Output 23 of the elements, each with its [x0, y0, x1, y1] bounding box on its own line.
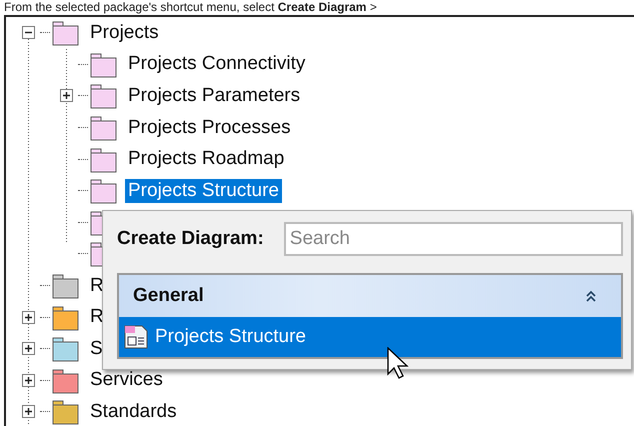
tree-item[interactable]: Services [87, 368, 166, 392]
tree-item[interactable]: Projects Parameters [125, 84, 304, 108]
diagram-icon [123, 324, 149, 350]
diagram-menu-item[interactable]: Projects Structure [119, 317, 621, 357]
tree-item[interactable]: Projects [87, 20, 162, 45]
search-field[interactable]: Search [284, 222, 623, 256]
expand-icon[interactable] [22, 310, 34, 324]
tree-item[interactable]: S [87, 336, 106, 361]
expand-icon[interactable] [22, 374, 34, 387]
expand-icon[interactable] [22, 342, 34, 356]
category-header[interactable]: General [119, 275, 621, 317]
tree-item[interactable]: Standards [87, 400, 180, 424]
tree-item[interactable]: Projects Connectivity [125, 52, 308, 76]
tree-item[interactable]: Projects Roadmap [125, 147, 288, 172]
collapse-icon[interactable] [22, 26, 34, 40]
instruction-text: From the selected package's shortcut menu, select Create Diagram > [3, 0, 378, 15]
popup-title: Create Diagram: [117, 228, 264, 250]
tree-item[interactable]: Projects Structure [125, 178, 282, 203]
collapse-icon[interactable] [585, 290, 597, 302]
expand-icon[interactable] [22, 405, 34, 418]
tree-item[interactable]: Projects Processes [125, 116, 294, 140]
category-title: General [133, 285, 204, 307]
expand-icon[interactable] [60, 89, 72, 102]
